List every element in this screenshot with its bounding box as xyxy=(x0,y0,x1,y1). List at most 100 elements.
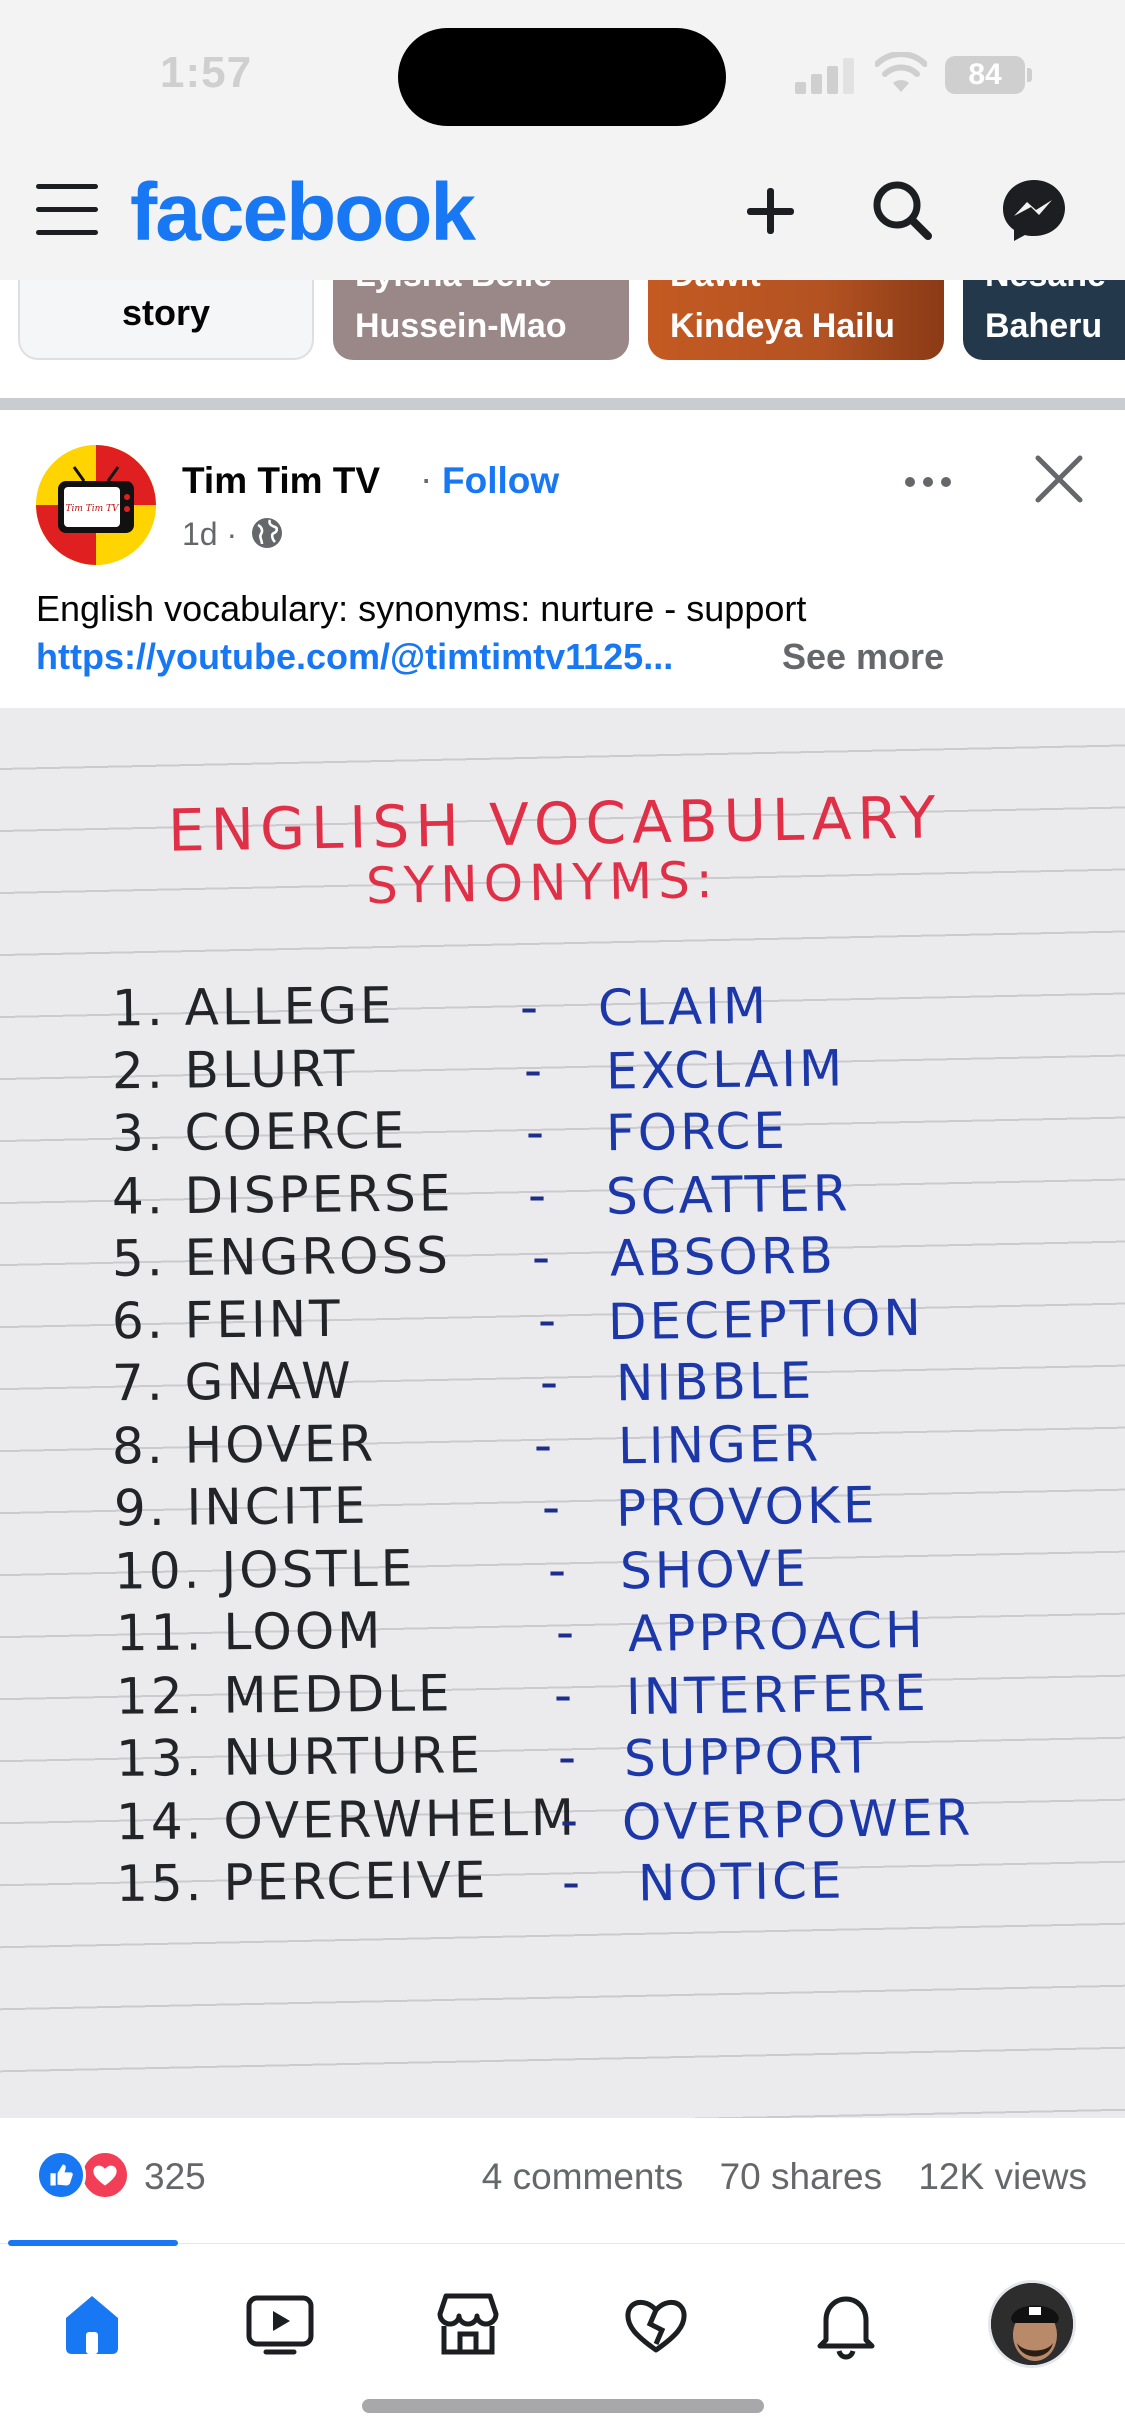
views-count: 12K views xyxy=(918,2156,1087,2197)
home-icon[interactable] xyxy=(52,2284,132,2364)
vocab-synonym: CLAIM xyxy=(597,976,770,1038)
bottom-navigation xyxy=(0,2240,1125,2436)
comments-count[interactable]: 4 comments xyxy=(482,2156,684,2197)
svg-text:Tim Tim TV: Tim Tim TV xyxy=(65,504,120,514)
post-timestamp: 1d · xyxy=(182,516,238,552)
vocab-synonym: INTERFERE xyxy=(625,1663,930,1726)
create-story-card[interactable]: story xyxy=(18,280,314,360)
vocab-synonym: PROVOKE xyxy=(615,1476,878,1538)
vocab-row: 13. NURTURE - SUPPORT xyxy=(0,1726,1125,1790)
vocab-dash: - xyxy=(538,1290,557,1349)
vocab-synonym: OVERPOWER xyxy=(621,1788,974,1851)
status-bar: 1:57 84 xyxy=(0,0,1125,150)
story-name-top: Lylsha Belle xyxy=(355,280,552,295)
story-name: Kindeya Hailu xyxy=(670,307,895,345)
dating-icon[interactable] xyxy=(616,2284,696,2364)
vocab-dash: - xyxy=(556,1603,575,1661)
vocab-word: 10. JOSTLE xyxy=(113,1538,416,1601)
page-avatar[interactable]: Tim Tim TV xyxy=(36,445,156,565)
story-card[interactable]: Dawit Kindeya Hailu xyxy=(648,280,944,360)
vocab-dash: - xyxy=(542,1478,561,1536)
marketplace-icon[interactable] xyxy=(428,2284,508,2364)
vocab-synonym: SHOVE xyxy=(619,1539,810,1600)
post-caption: English vocabulary: synonyms: nurture - … xyxy=(36,588,807,629)
vocab-synonym: DECEPTION xyxy=(607,1288,925,1351)
section-divider xyxy=(0,398,1125,410)
plus-icon[interactable] xyxy=(730,170,810,250)
reactions-bar: 325 4 comments 70 shares 12K views xyxy=(0,2118,1125,2243)
dynamic-island xyxy=(398,28,726,126)
wifi-icon xyxy=(875,52,927,92)
vocab-word: 4. DISPERSE xyxy=(111,1163,454,1226)
story-name: Hussein-Mao xyxy=(355,307,567,345)
shares-count[interactable]: 70 shares xyxy=(720,2156,883,2197)
like-reaction-icon[interactable] xyxy=(36,2150,86,2200)
vocab-word: 6. FEINT xyxy=(111,1289,343,1350)
facebook-logo: facebook xyxy=(130,167,476,258)
cellular-signal-icon xyxy=(795,58,857,94)
story-card[interactable]: Nesane Baheru xyxy=(963,280,1125,360)
vocab-dash: - xyxy=(520,978,539,1036)
vocab-synonym: FORCE xyxy=(605,1101,789,1163)
post-author[interactable]: Tim Tim TV xyxy=(182,460,380,502)
search-icon[interactable] xyxy=(862,170,942,250)
vocab-row: 9. INCITE - PROVOKE xyxy=(0,1476,1125,1540)
vocab-word: 1. ALLEGE xyxy=(111,976,395,1038)
tv-logo-icon: Tim Tim TV xyxy=(36,445,156,565)
vocab-dash: - xyxy=(548,1540,567,1599)
vocab-word: 12. MEDDLE xyxy=(115,1663,453,1726)
app-header: facebook xyxy=(0,150,1125,280)
story-name: Baheru xyxy=(985,307,1103,345)
post-header: Tim Tim TV Tim Tim TV · Follow 1d · Engl… xyxy=(0,410,1125,708)
reaction-count[interactable]: 325 xyxy=(144,2156,206,2198)
post-time-text: 1d xyxy=(182,516,218,552)
vocab-dash: - xyxy=(534,1415,553,1474)
vocab-synonym: ABSORB xyxy=(609,1226,837,1288)
vocab-word: 11. LOOM xyxy=(115,1601,384,1663)
menu-icon[interactable] xyxy=(36,180,98,238)
story-name-top: Nesane xyxy=(985,280,1106,295)
image-title-line1: ENGLISH VOCABULARY xyxy=(167,783,942,865)
love-reaction-icon[interactable] xyxy=(80,2150,130,2200)
vocab-row: 10. JOSTLE - SHOVE xyxy=(0,1538,1125,1603)
post-link[interactable]: https://youtube.com/@timtimtv1125... xyxy=(36,636,673,678)
vocab-word: 8. HOVER xyxy=(111,1414,377,1475)
vocab-word: 2. BLURT xyxy=(111,1039,358,1100)
separator-dot: · xyxy=(420,458,433,499)
notifications-icon[interactable] xyxy=(806,2284,886,2364)
vocab-dash: - xyxy=(562,1853,581,1911)
vocab-synonym: SCATTER xyxy=(605,1163,851,1226)
profile-avatar[interactable] xyxy=(988,2280,1076,2368)
post-image[interactable]: ENGLISH VOCABULARY SYNONYMS: 1. ALLEGE - C… xyxy=(0,708,1125,2118)
video-icon[interactable] xyxy=(240,2284,320,2364)
vocab-row: 11. LOOM - APPROACH xyxy=(0,1601,1125,1665)
vocab-word: 5. ENGROSS xyxy=(111,1226,452,1288)
follow-button[interactable]: Follow xyxy=(442,460,559,502)
vocab-synonym: EXCLAIM xyxy=(605,1038,846,1101)
see-more-link[interactable]: See more xyxy=(782,636,944,678)
vocab-row: 2. BLURT - EXCLAIM xyxy=(0,1038,1125,1103)
story-card[interactable]: Lylsha Belle Hussein-Mao xyxy=(333,280,629,360)
vocab-dash: - xyxy=(540,1353,559,1411)
active-tab-indicator xyxy=(8,2240,178,2246)
vocab-synonym: NOTICE xyxy=(637,1851,845,1913)
more-options-icon[interactable] xyxy=(898,462,958,502)
vocab-word: 7. GNAW xyxy=(111,1351,354,1413)
close-icon[interactable] xyxy=(1030,450,1088,508)
vocab-dash: - xyxy=(528,1165,547,1224)
vocab-synonym: NIBBLE xyxy=(615,1351,815,1413)
vocab-row: 15. PERCEIVE - NOTICE xyxy=(0,1851,1125,1915)
vocab-row: 6. FEINT - DECEPTION xyxy=(0,1288,1125,1353)
vocab-dash: - xyxy=(558,1728,577,1786)
vocab-row: 1. ALLEGE - CLAIM xyxy=(0,976,1125,1040)
vocab-row: 14. OVERWHELM - OVERPOWER xyxy=(0,1788,1125,1853)
messenger-icon[interactable] xyxy=(994,170,1074,250)
vocab-dash: - xyxy=(524,1040,543,1099)
story-name-top: Dawit xyxy=(670,280,761,295)
vocab-synonym: LINGER xyxy=(617,1414,822,1475)
vocab-word: 9. INCITE xyxy=(113,1476,369,1538)
vocab-dash: - xyxy=(532,1228,551,1286)
story-label: story xyxy=(121,292,211,333)
vocab-dash: - xyxy=(526,1103,545,1161)
post-stats: 4 comments 70 shares 12K views xyxy=(456,2156,1087,2198)
